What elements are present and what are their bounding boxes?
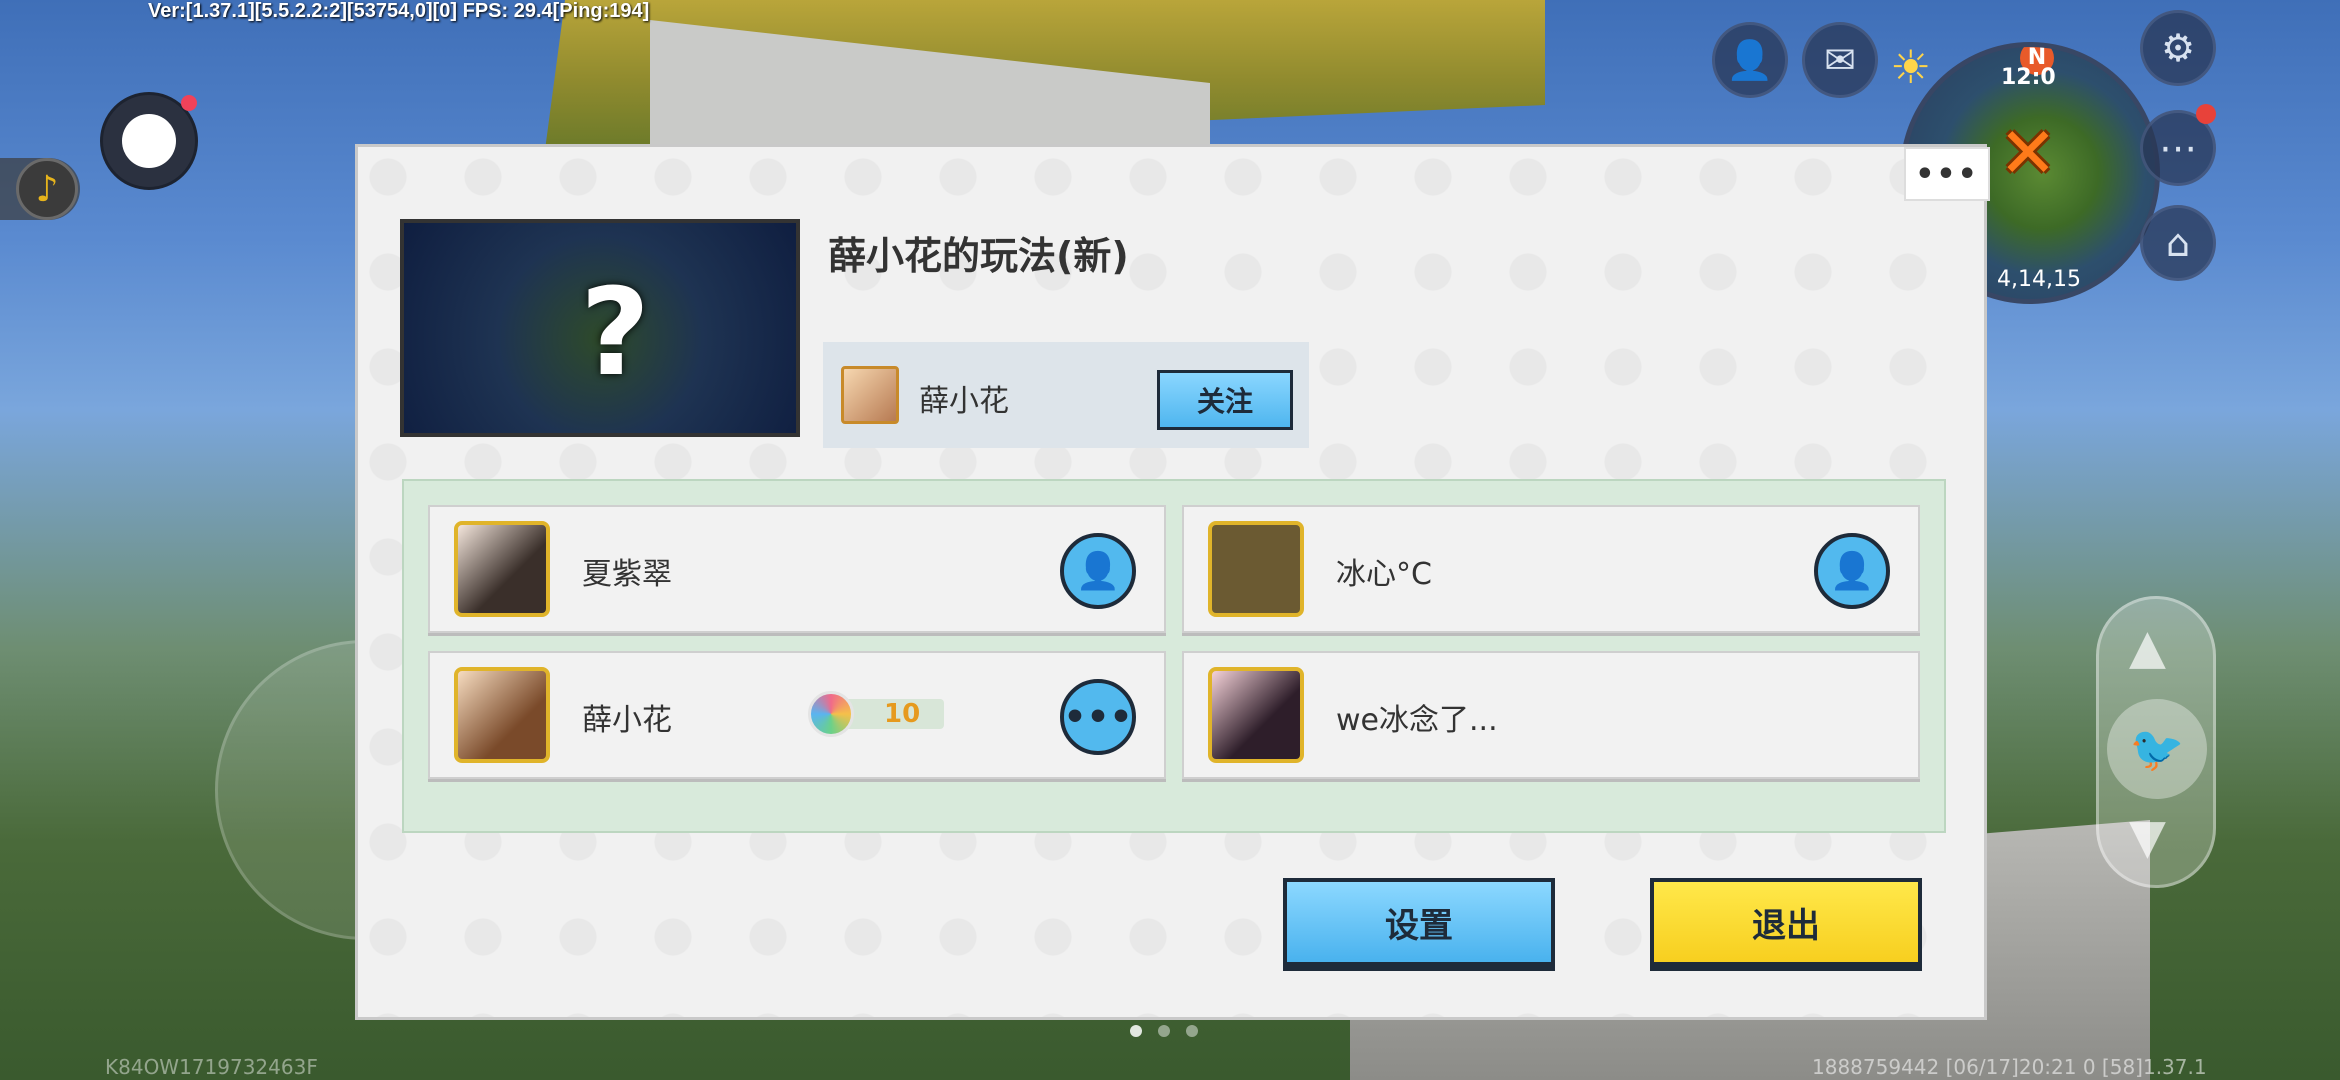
author-avatar[interactable] [841, 366, 899, 424]
exit-button[interactable]: 退出 [1650, 878, 1922, 966]
session-info: 1888759442 [06/17]20:21 0 [58]1.37.1 [1812, 1055, 2207, 1079]
game-time: 12:0 [2001, 65, 2056, 90]
player-list: 夏紫翠 👤 冰心°C 👤 薛小花 10 ••• we冰念了... [402, 479, 1946, 833]
add-friend-hud-icon[interactable]: 👤 [1712, 22, 1788, 98]
player-card: we冰念了... [1182, 651, 1920, 779]
close-icon[interactable]: ✕ [1994, 118, 2062, 189]
home-icon[interactable]: ⌂ [2140, 205, 2216, 281]
player-card: 薛小花 10 ••• [428, 651, 1166, 779]
page-indicator [1130, 1022, 1214, 1041]
fly-up-icon[interactable]: ▲ [2129, 619, 2166, 675]
add-friend-icon[interactable]: 👤 [1814, 533, 1890, 609]
page-dot [1186, 1025, 1198, 1037]
device-id: K84OW1719732463F [105, 1055, 318, 1079]
unknown-map-icon: ? [580, 263, 650, 403]
map-thumbnail: ? [400, 219, 800, 437]
player-coordinates: 4,14,15 [1997, 267, 2081, 292]
record-button[interactable] [100, 92, 198, 190]
level-gem-icon [808, 691, 854, 737]
author-name: 薛小花 [919, 384, 1009, 419]
page-dot [1158, 1025, 1170, 1037]
avatar[interactable] [1208, 521, 1304, 617]
level-number: 10 [884, 699, 921, 729]
gear-icon[interactable]: ⚙ [2140, 10, 2216, 86]
follow-button[interactable]: 关注 [1157, 370, 1293, 430]
more-options-button[interactable]: ••• [1904, 147, 1990, 201]
menu-notification-dot [2196, 104, 2216, 124]
add-friend-icon[interactable]: 👤 [1060, 533, 1136, 609]
avatar[interactable] [454, 521, 550, 617]
level-badge: 10 [808, 691, 944, 737]
page-dot [1130, 1025, 1142, 1037]
player-name: we冰念了... [1336, 703, 1498, 738]
player-name: 冰心°C [1336, 557, 1432, 592]
player-card: 冰心°C 👤 [1182, 505, 1920, 633]
avatar[interactable] [1208, 667, 1304, 763]
author-info: 薛小花 关注 [823, 342, 1309, 448]
vertical-control[interactable]: ▲ 🐦 ▼ [2096, 596, 2216, 888]
music-button[interactable]: ♪ [0, 158, 80, 220]
fly-down-icon[interactable]: ▼ [2129, 809, 2166, 865]
notification-dot [181, 95, 197, 111]
mail-icon[interactable]: ✉ [1802, 22, 1878, 98]
room-info-dialog: ••• ✕ ? 薛小花的玩法(新) 薛小花 关注 夏紫翠 👤 冰心°C 👤 薛小… [355, 118, 2057, 1020]
chat-bubble-icon[interactable]: ••• [1060, 679, 1136, 755]
bird-mount-icon[interactable]: 🐦 [2107, 699, 2207, 799]
version-info: Ver:[1.37.1][5.5.2.2:2][53754,0][0] FPS:… [148, 0, 650, 22]
music-note-icon: ♪ [16, 158, 78, 220]
player-card: 夏紫翠 👤 [428, 505, 1166, 633]
player-name: 夏紫翠 [582, 557, 672, 592]
map-title: 薛小花的玩法(新) [828, 234, 1129, 278]
avatar[interactable] [454, 667, 550, 763]
sun-weather-icon: ☀ [1890, 40, 1932, 94]
player-name: 薛小花 [582, 703, 672, 738]
settings-button[interactable]: 设置 [1283, 878, 1555, 966]
record-dot-icon [122, 114, 176, 168]
